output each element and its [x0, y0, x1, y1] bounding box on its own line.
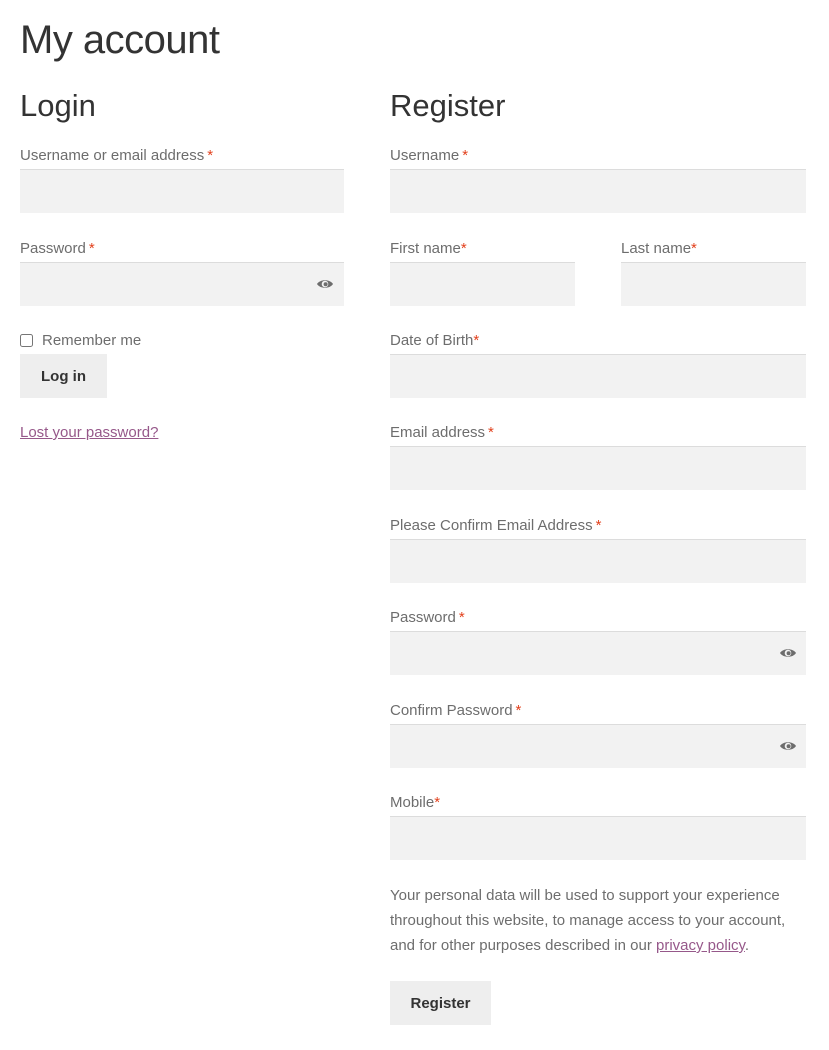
- show-password-eye-icon[interactable]: [779, 647, 797, 659]
- lost-password-wrap: Lost your password?: [20, 424, 158, 441]
- last-name-label: Last name*: [621, 240, 697, 257]
- first-name-input[interactable]: [390, 262, 575, 306]
- confirm-email-label-text: Please Confirm Email Address: [390, 517, 593, 534]
- login-password-input[interactable]: [20, 262, 344, 306]
- confirm-email-input[interactable]: [390, 539, 806, 583]
- login-password-label-text: Password: [20, 240, 86, 257]
- page-title: My account: [20, 18, 220, 62]
- register-username-label-text: Username: [390, 147, 460, 164]
- remember-me-checkbox[interactable]: [20, 334, 33, 347]
- last-name-label-text: Last name: [621, 240, 692, 257]
- show-password-eye-icon[interactable]: [316, 278, 334, 290]
- privacy-notice: Your personal data will be used to suppo…: [390, 883, 800, 958]
- login-username-input[interactable]: [20, 169, 344, 213]
- register-title: Register: [390, 88, 506, 123]
- required-marker: *: [458, 609, 465, 626]
- register-password-label: Password *: [390, 609, 465, 626]
- login-username-label: Username or email address *: [20, 147, 213, 164]
- required-marker: *: [88, 240, 95, 257]
- register-username-label: Username *: [390, 147, 468, 164]
- register-username-input[interactable]: [390, 169, 806, 213]
- mobile-label: Mobile*: [390, 794, 440, 811]
- privacy-text-end: .: [744, 937, 750, 954]
- dob-label-text: Date of Birth: [390, 332, 474, 349]
- required-marker: *: [462, 147, 469, 164]
- required-marker: *: [488, 424, 494, 441]
- privacy-policy-link[interactable]: privacy policy: [656, 937, 745, 954]
- required-marker: *: [434, 794, 441, 811]
- email-label: Email address *: [390, 424, 494, 441]
- required-marker: *: [691, 240, 697, 257]
- confirm-password-label: Confirm Password *: [390, 702, 521, 719]
- required-marker: *: [473, 332, 480, 349]
- required-marker: *: [595, 517, 602, 534]
- mobile-label-text: Mobile: [390, 794, 435, 811]
- email-input[interactable]: [390, 446, 806, 490]
- register-password-label-text: Password: [390, 609, 456, 626]
- login-password-label: Password *: [20, 240, 95, 257]
- remember-me-label[interactable]: Remember me: [42, 332, 141, 349]
- register-button[interactable]: Register: [390, 981, 491, 1025]
- dob-label: Date of Birth*: [390, 332, 479, 349]
- required-marker: *: [207, 147, 214, 164]
- register-password-input[interactable]: [390, 631, 806, 675]
- login-button[interactable]: Log in: [20, 354, 107, 398]
- required-marker: *: [460, 240, 467, 257]
- last-name-input[interactable]: [621, 262, 806, 306]
- confirm-email-label: Please Confirm Email Address *: [390, 517, 601, 534]
- confirm-password-label-text: Confirm Password: [390, 702, 513, 719]
- login-title: Login: [20, 88, 96, 123]
- email-label-text: Email address: [390, 424, 486, 441]
- show-confirm-password-eye-icon[interactable]: [779, 740, 797, 752]
- dob-input[interactable]: [390, 354, 806, 398]
- confirm-password-input[interactable]: [390, 724, 806, 768]
- required-marker: *: [515, 702, 522, 719]
- first-name-label: First name*: [390, 240, 467, 257]
- first-name-label-text: First name: [390, 240, 461, 257]
- mobile-input[interactable]: [390, 816, 806, 860]
- login-username-label-text: Username or email address: [20, 147, 205, 164]
- lost-password-link[interactable]: Lost your password?: [20, 424, 158, 441]
